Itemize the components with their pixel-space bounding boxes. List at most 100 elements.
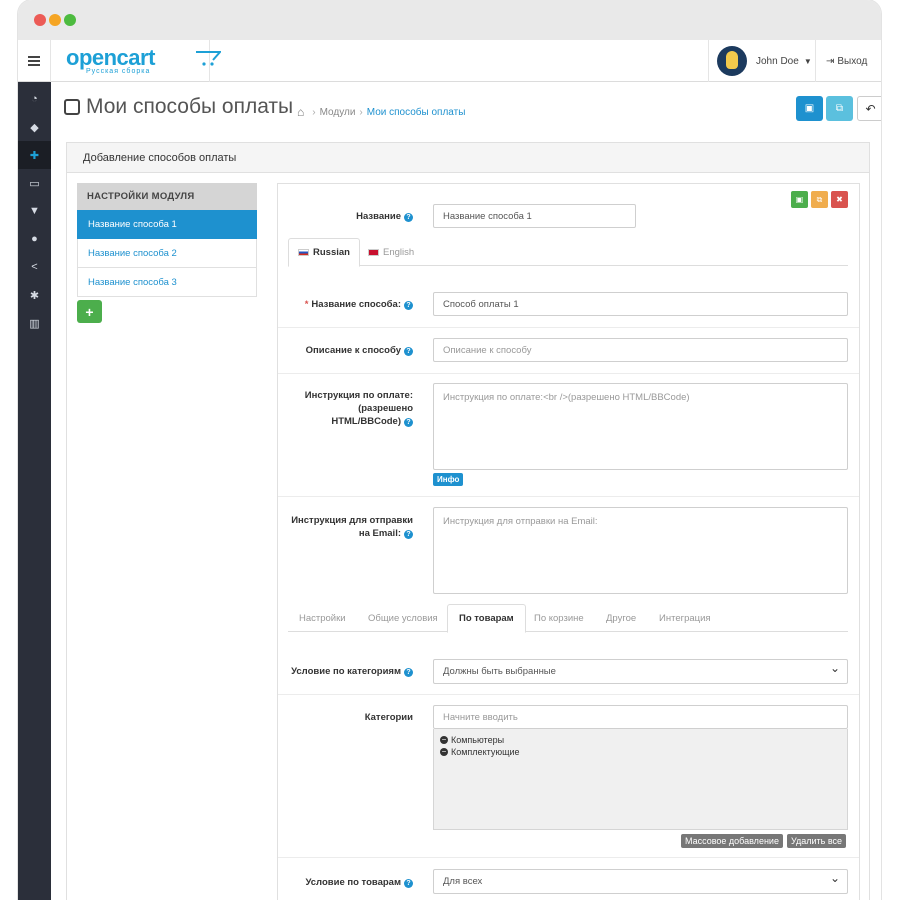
panel-heading: Добавление способов оплаты (67, 143, 869, 173)
page-title: Мои способы оплаты (64, 95, 293, 119)
logout-label: Выход (837, 55, 868, 67)
product-condition-select[interactable]: Для всех (433, 869, 848, 894)
help-icon: ? (404, 668, 413, 677)
nav-heading: НАСТРОЙКИ МОДУЛЯ (77, 183, 257, 210)
bar-chart-icon[interactable]: ▥ (18, 309, 51, 337)
divider (278, 373, 859, 374)
categories-input[interactable]: Начните вводить (433, 705, 848, 729)
share-icon[interactable]: < (18, 253, 51, 281)
category-condition-select[interactable]: Должны быть выбранные (433, 659, 848, 684)
floppy-icon: ▣ (804, 103, 815, 114)
tab-by-products[interactable]: По товарам (447, 604, 526, 633)
info-badge[interactable]: Инфо (433, 473, 464, 486)
divider (278, 496, 859, 497)
nav-item-method-1[interactable]: Название способа 1 (77, 210, 257, 239)
help-icon: ? (404, 347, 413, 356)
method-name-label: * Название способа:? (288, 298, 413, 311)
help-icon: ? (404, 213, 413, 222)
close-window-dot[interactable] (34, 14, 46, 26)
bulk-add-button[interactable]: Массовое добавление (681, 834, 783, 848)
cart-icon[interactable]: ▼ (18, 197, 51, 225)
email-instruction-textarea[interactable]: Инструкция для отправки на Email: (433, 507, 848, 594)
tab-russian[interactable]: Russian (288, 238, 360, 267)
nav-item-method-2[interactable]: Название способа 2 (77, 239, 257, 268)
cog-icon[interactable]: ✱ (18, 281, 51, 309)
user-icon[interactable]: ● (18, 225, 51, 253)
tab-other[interactable]: Другое (595, 604, 647, 632)
tab-integration[interactable]: Интеграция (648, 604, 722, 632)
divider (278, 327, 859, 328)
logout-link[interactable]: ⇥ Выход (826, 40, 867, 82)
delete-method-button[interactable]: ✖ (831, 191, 848, 208)
help-icon: ? (404, 879, 413, 888)
minimize-window-dot[interactable] (49, 14, 61, 26)
dashboard-icon[interactable]: ◔ (18, 85, 51, 113)
checkbox-icon (64, 99, 80, 115)
save-method-button[interactable]: ▣ (791, 191, 808, 208)
categories-label: Категории (364, 712, 413, 723)
maximize-window-dot[interactable] (64, 14, 76, 26)
hamburger-icon (28, 60, 40, 62)
breadcrumb-modules[interactable]: Модули (320, 107, 356, 118)
trash-icon: ✖ (836, 195, 843, 204)
divider (278, 857, 859, 858)
description-label: Описание к способу? (288, 344, 413, 357)
page-header: Мои способы оплаты ⌂ › Модули › Мои спос… (51, 82, 881, 142)
description-input[interactable]: Описание к способу (433, 338, 848, 362)
russia-flag-icon (298, 249, 309, 256)
list-item: − Компьютеры (440, 735, 505, 745)
puzzle-icon[interactable]: ✚ (18, 141, 51, 169)
delete-all-button[interactable]: Удалить все (787, 834, 847, 848)
email-instruction-label: Инструкция для отправки на Email:? (291, 515, 413, 539)
tab-general-conditions[interactable]: Общие условия (357, 604, 449, 632)
tab-settings[interactable]: Настройки (288, 604, 357, 632)
name-label: Название? (318, 210, 413, 223)
copy-method-button[interactable]: ⧉ (811, 191, 828, 208)
caret-down-icon: ▼ (803, 56, 812, 66)
sign-out-icon: ⇥ (826, 55, 835, 67)
tab-by-cart[interactable]: По корзине (523, 604, 595, 632)
selected-categories-list: − Компьютеры − Комплектующие (433, 729, 848, 830)
copy-icon: ⧉ (816, 194, 823, 204)
logo[interactable]: opencart Русская сборка (51, 40, 221, 82)
logo-text: opencart (66, 45, 155, 70)
add-method-button[interactable]: + (77, 300, 102, 323)
nav-item-method-3[interactable]: Название способа 3 (77, 268, 257, 297)
floppy-icon: ▣ (795, 195, 804, 204)
user-menu[interactable]: John Doe ▼ (708, 40, 816, 82)
logo-subtitle: Русская сборка (86, 68, 151, 75)
breadcrumb-separator: › (312, 106, 316, 118)
remove-icon[interactable]: − (440, 748, 448, 756)
save-button[interactable]: ▣ (796, 96, 823, 121)
breadcrumb-current[interactable]: Мои способы оплаты (367, 107, 466, 118)
tab-english[interactable]: English (359, 238, 423, 266)
home-icon[interactable]: ⌂ (297, 105, 304, 119)
breadcrumb-separator: › (359, 106, 363, 118)
module-panel: Добавление способов оплаты НАСТРОЙКИ МОД… (66, 142, 870, 900)
category-condition-label: Условие по категориям? (278, 665, 413, 678)
top-header: opencart Русская сборка John Doe ▼ ⇥ Вых… (18, 40, 881, 82)
module-settings-nav: НАСТРОЙКИ МОДУЛЯ Название способа 1 Назв… (77, 183, 257, 323)
sidebar: ◔ ◆ ✚ ▭ ▼ ● < ✱ ▥ (18, 82, 51, 900)
divider (278, 694, 859, 695)
menu-toggle-button[interactable] (18, 40, 51, 82)
help-icon: ? (404, 301, 413, 310)
form-actions: ▣ ⧉ ✖ (791, 191, 848, 208)
remove-icon[interactable]: − (440, 736, 448, 744)
payment-instruction-textarea[interactable]: Инструкция по оплате:<br />(разрешено HT… (433, 383, 848, 470)
list-item: − Комплектующие (440, 747, 520, 757)
reply-icon: ↶ (865, 101, 876, 116)
page-title-text: Мои способы оплаты (86, 95, 294, 118)
tag-icon[interactable]: ◆ (18, 113, 51, 141)
copy-button[interactable]: ⧉ (826, 96, 853, 121)
help-icon: ? (404, 530, 413, 539)
window-titlebar (18, 0, 881, 40)
back-button[interactable]: ↶ (857, 96, 881, 121)
name-input[interactable]: Название способа 1 (433, 204, 636, 228)
settings-tabs: Настройки Общие условия По товарам По ко… (288, 604, 848, 633)
method-name-input[interactable]: Способ оплаты 1 (433, 292, 848, 316)
logo-cart-icon (196, 51, 221, 66)
user-name: John Doe (756, 55, 799, 67)
desktop-icon[interactable]: ▭ (18, 169, 51, 197)
breadcrumb: ⌂ › Модули › Мои способы оплаты (297, 105, 465, 119)
